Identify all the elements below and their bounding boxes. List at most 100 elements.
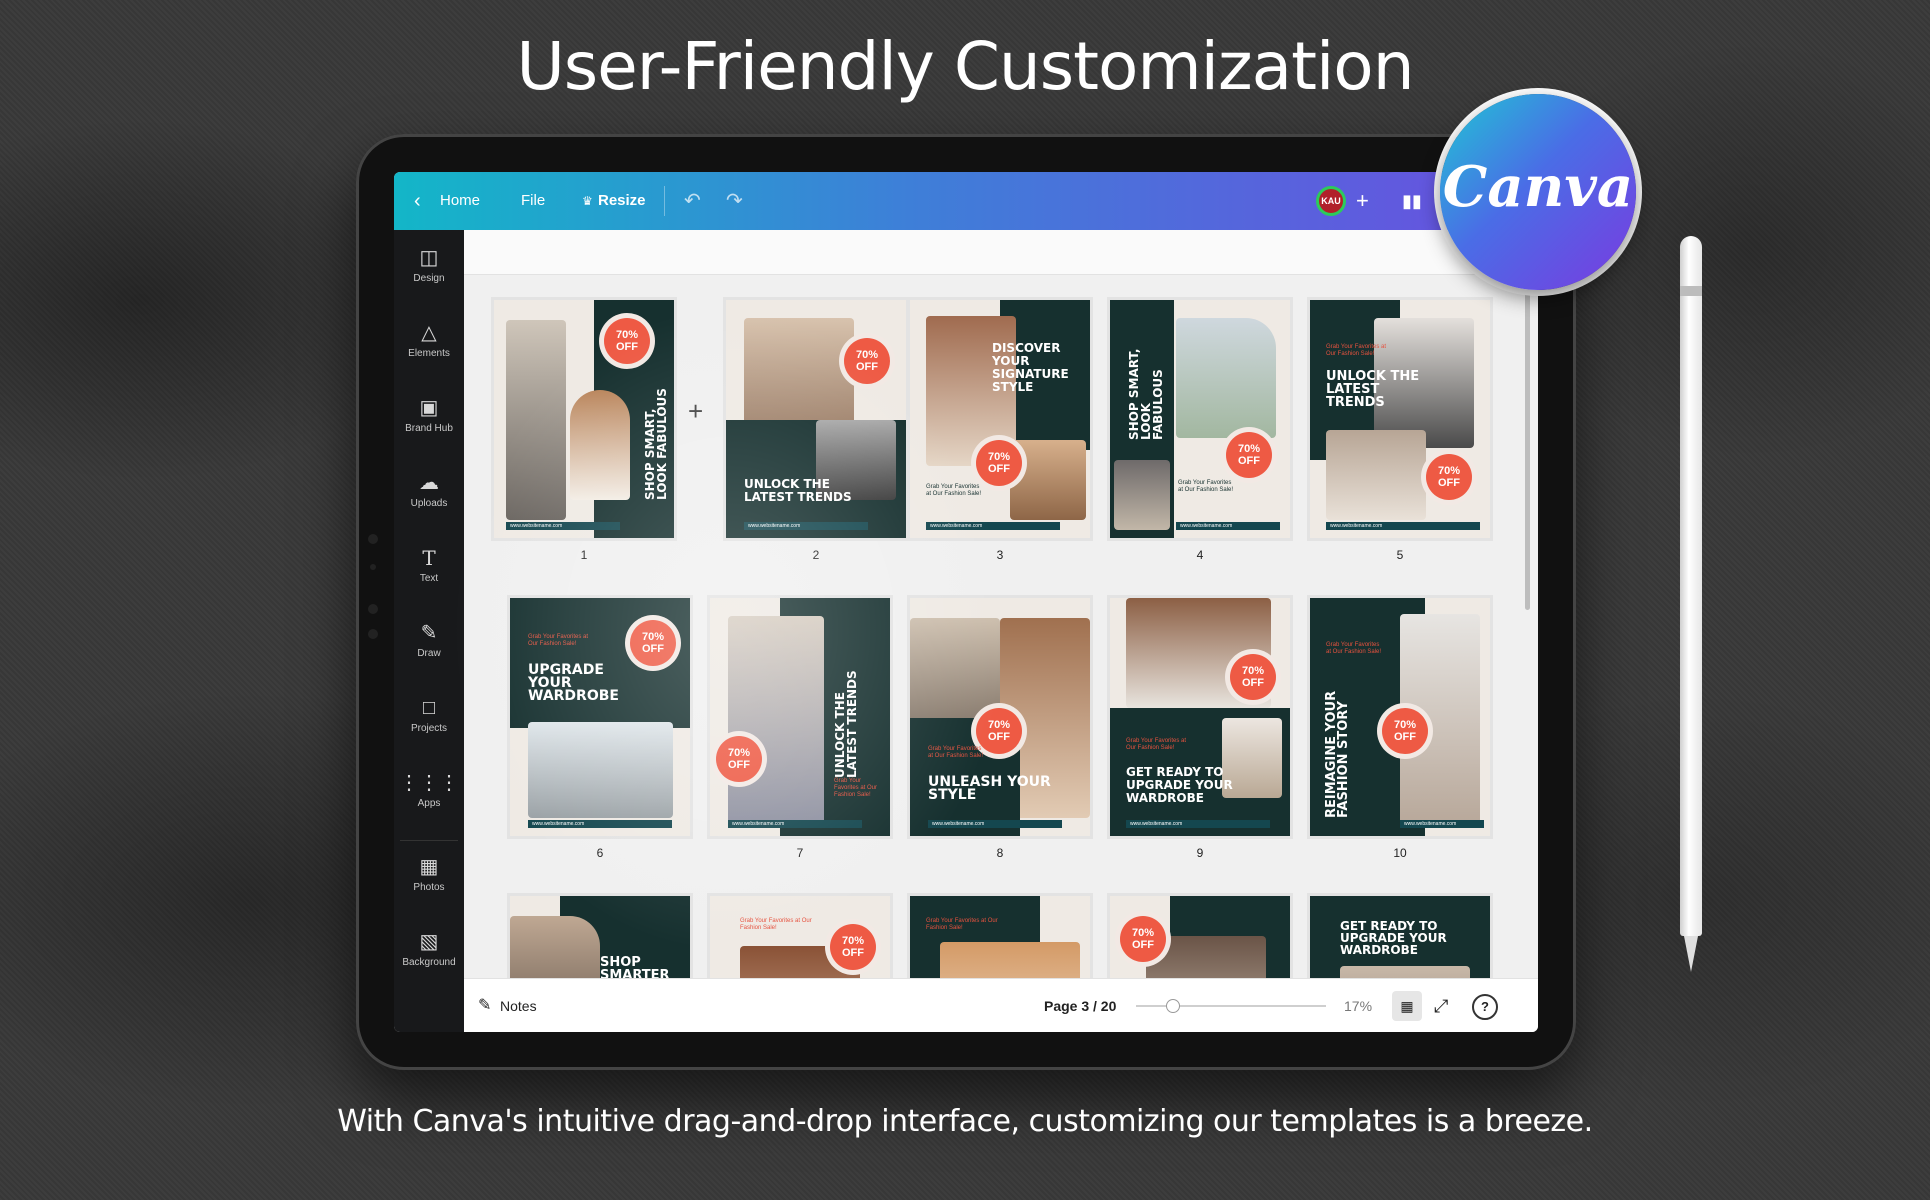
sidebar-item-apps[interactable]: ⋮⋮⋮ Apps xyxy=(394,771,464,809)
page-number: 6 xyxy=(596,846,604,860)
page-thumbnail[interactable]: Grab Your Favorites at Our Fashion Sale!… xyxy=(1310,300,1490,538)
file-menu[interactable]: File xyxy=(521,172,545,230)
discount-badge: 70% OFF xyxy=(830,924,876,970)
sidebar-item-draw[interactable]: ✎ Draw xyxy=(394,621,464,659)
editor-topbar: ‹ Home File ♛ Resize ↶ ↷ KAU + ▮▮ xyxy=(394,172,1538,230)
zoom-slider-handle[interactable] xyxy=(1165,999,1180,1013)
page-title: SHOP SMART, LOOK FABULOUS xyxy=(1127,348,1165,440)
undo-icon[interactable]: ↶ xyxy=(684,172,701,230)
canva-editor-screen: ‹ Home File ♛ Resize ↶ ↷ KAU + ▮▮ ◫ Desig… xyxy=(394,172,1538,1032)
zoom-level[interactable]: 17% xyxy=(1344,979,1372,1032)
url-bar: www.websitename.com xyxy=(728,820,862,828)
tablet-camera xyxy=(368,534,378,544)
sidebar-item-design[interactable]: ◫ Design xyxy=(394,246,464,284)
promo-text: Grab Your Favorites at Our Fashion Sale! xyxy=(1126,738,1187,751)
page-thumbnail[interactable]: Grab Your Favorites at Our Fashion Sale!… xyxy=(510,598,690,836)
folder-icon: □ xyxy=(422,697,436,719)
page-grid-canvas[interactable]: 70% OFF SHOP SMART, LOOK FABULOUS www.we… xyxy=(464,230,1538,1032)
sidebar-item-background[interactable]: ▧ Background xyxy=(394,930,464,968)
notes-icon[interactable]: ✎ xyxy=(478,979,491,1032)
page-thumbnail[interactable]: 70% OFF Grab Your Favorites at Our Fashi… xyxy=(1110,598,1290,836)
sidebar-item-photos[interactable]: ▦ Photos xyxy=(394,855,464,893)
url-bar: www.websitename.com xyxy=(926,522,1060,530)
model-photo xyxy=(1176,318,1276,438)
page-thumbnail[interactable]: 70% OFF Grab Your Favorites at Our Fashi… xyxy=(910,598,1090,836)
text-icon: T xyxy=(422,546,436,570)
pencil-tip xyxy=(1684,936,1698,972)
page-thumbnail[interactable]: Grab Your Favorites at Our Fashion Sale!… xyxy=(1310,598,1490,836)
promo-text: Grab Your Favorites at Our Fashion Sale! xyxy=(740,918,812,931)
discount-badge: 70% OFF xyxy=(716,736,762,782)
page-thumbnail[interactable]: SHOP SMART, LOOK FABULOUS 70% OFF Grab Y… xyxy=(1110,300,1290,538)
url-bar: www.websitename.com xyxy=(506,522,620,530)
promo-text: Grab Your Favorites at Our Fashion Sale! xyxy=(1178,480,1234,493)
page-title: SHOP SMART, LOOK FABULOUS xyxy=(643,388,669,500)
promo-text: Grab Your Favorites at Our Fashion Sale! xyxy=(1326,642,1382,655)
tablet-sensor xyxy=(370,564,376,570)
tablet-button xyxy=(368,604,378,614)
help-icon[interactable]: ? xyxy=(1472,994,1498,1020)
page-number: 8 xyxy=(996,846,1004,860)
page-title: UNLEASH YOUR STYLE xyxy=(928,774,1051,803)
url-bar: www.websitename.com xyxy=(928,820,1062,828)
caption: With Canva's intuitive drag-and-drop int… xyxy=(337,1104,1593,1139)
layout-icon: ◫ xyxy=(419,247,439,269)
url-bar: www.websitename.com xyxy=(1176,522,1280,530)
zoom-slider[interactable] xyxy=(1136,999,1326,1013)
discount-badge: 70% OFF xyxy=(1426,454,1472,500)
fullscreen-icon[interactable]: ⤢ xyxy=(1434,979,1448,1032)
page-title: REIMAGINE YOUR FASHION STORY xyxy=(1324,690,1351,818)
shapes-icon: △ xyxy=(421,322,437,344)
page-thumbnail[interactable]: 70% OFF UNLOCK THE LATEST TRENDS Grab Yo… xyxy=(710,598,890,836)
avatar[interactable]: KAU xyxy=(1316,186,1346,216)
model-photo xyxy=(1114,460,1170,530)
url-bar: www.websitename.com xyxy=(1126,820,1270,828)
sidebar-item-elements[interactable]: △ Elements xyxy=(394,321,464,359)
home-button[interactable]: Home xyxy=(440,172,480,230)
upload-icon: ☁ xyxy=(419,472,439,494)
page-thumbnail[interactable]: 70% OFF SHOP SMART, LOOK FABULOUS www.we… xyxy=(494,300,674,538)
add-page-icon[interactable]: + xyxy=(688,396,703,427)
chevron-left-icon[interactable]: ‹ xyxy=(414,172,421,230)
page-title: UNLOCK THE LATEST TRENDS xyxy=(833,670,859,778)
model-photo xyxy=(570,390,630,500)
url-bar: www.websitename.com xyxy=(528,820,672,828)
tablet-device: ‹ Home File ♛ Resize ↶ ↷ KAU + ▮▮ ◫ Desig… xyxy=(356,134,1576,1070)
sidebar-item-projects[interactable]: □ Projects xyxy=(394,696,464,734)
vertical-scrollbar[interactable] xyxy=(1525,290,1530,610)
page-title: GET READY TO UPGRADE YOUR WARDROBE xyxy=(1126,765,1233,805)
page-title: DISCOVER YOUR SIGNATURE STYLE xyxy=(992,341,1069,394)
add-collaborator-button[interactable]: + xyxy=(1356,172,1369,230)
redo-icon[interactable]: ↷ xyxy=(726,172,743,230)
grid-view-icon[interactable]: ▦ xyxy=(1392,991,1422,1021)
notes-button[interactable]: Notes xyxy=(500,979,537,1032)
sidebar-item-brand-hub[interactable]: ▣ Brand Hub xyxy=(394,396,464,434)
tablet-button xyxy=(368,629,378,639)
promo-text: Grab Your Favorites at Our Fashion Sale! xyxy=(528,634,589,647)
editor-bottombar: ✎ Notes Page 3 / 20 17% ▦ ⤢ ? xyxy=(464,978,1538,1032)
page-thumbnail[interactable]: DISCOVER YOUR SIGNATURE STYLE 70% OFF Gr… xyxy=(910,300,1090,538)
pencil-band xyxy=(1680,286,1702,296)
canva-logo-text: Canva xyxy=(1442,154,1634,220)
page-indicator[interactable]: Page 3 / 20 xyxy=(1044,979,1116,1032)
url-bar: www.websitename.com xyxy=(1400,820,1484,828)
promo-text: Grab Your Favorites at Our Fashion Sale! xyxy=(926,484,982,497)
sidebar-item-text[interactable]: T Text xyxy=(394,546,464,584)
canva-logo: Canva xyxy=(1440,94,1636,290)
discount-badge: 70% OFF xyxy=(844,338,890,384)
page-thumbnail[interactable]: 70% OFF UNLOCK THE LATEST TRENDS www.web… xyxy=(726,300,906,538)
draw-icon: ✎ xyxy=(420,622,438,644)
page-number: 9 xyxy=(1196,846,1204,860)
page-title: UNLOCK THE LATEST TRENDS xyxy=(744,477,852,504)
pencil-body xyxy=(1680,236,1702,936)
resize-button[interactable]: Resize xyxy=(598,172,646,230)
url-bar: www.websitename.com xyxy=(1326,522,1480,530)
model-photo xyxy=(506,320,566,520)
sidebar-item-uploads[interactable]: ☁ Uploads xyxy=(394,471,464,509)
background-icon: ▧ xyxy=(419,931,439,953)
promo-text: Grab Your Favorites at Our Fashion Sale! xyxy=(1326,344,1387,357)
insights-icon[interactable]: ▮▮ xyxy=(1402,172,1422,230)
photo-icon: ▦ xyxy=(419,856,439,878)
page-title: UNLOCK THE LATEST TRENDS xyxy=(1326,369,1420,410)
page-number: 5 xyxy=(1396,548,1404,562)
